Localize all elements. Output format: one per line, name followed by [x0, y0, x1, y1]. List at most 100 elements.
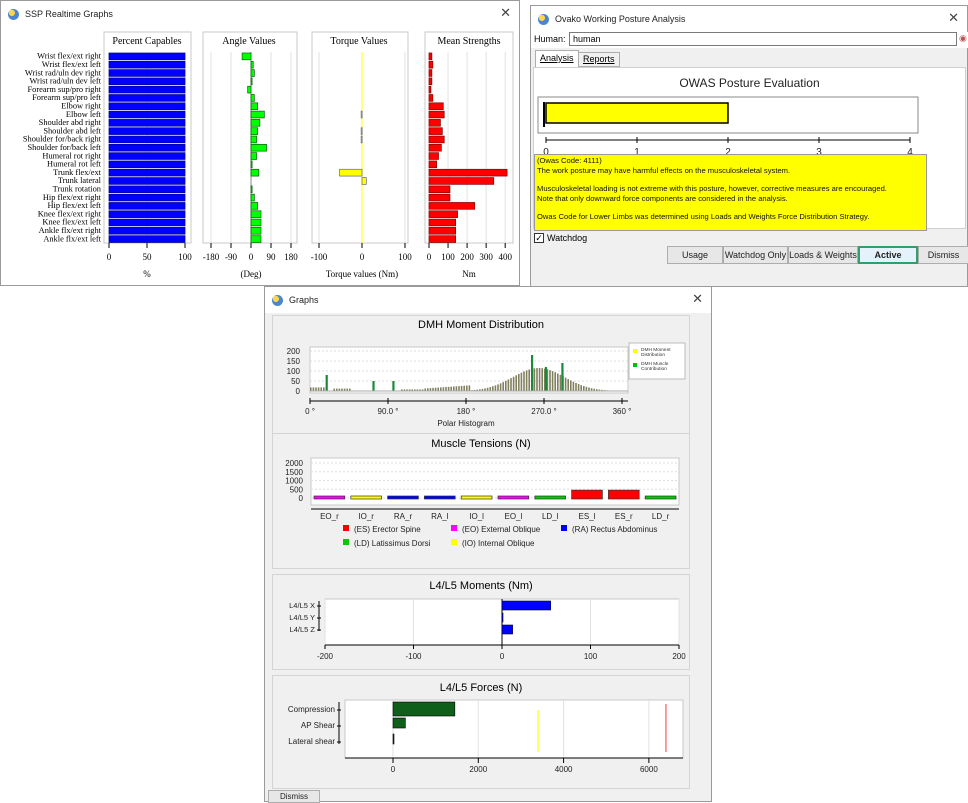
bar: [250, 168, 260, 177]
bar: [108, 52, 186, 61]
hist-bar: [468, 385, 471, 391]
bar: [534, 495, 566, 500]
bar: [428, 52, 433, 61]
hist-bar: [505, 380, 507, 391]
hist-bar: [541, 368, 543, 391]
hist-bar: [570, 380, 572, 391]
tick-label: 4000: [555, 765, 573, 774]
tick-label: 6000: [640, 765, 658, 774]
bar: [428, 94, 434, 102]
tick-label: -90: [225, 252, 237, 262]
tick-label: 270.0 °: [531, 407, 556, 416]
bar: [428, 160, 437, 169]
owas-titlebar: Ovako Working Posture Analysis ✕: [531, 6, 967, 32]
legend-label: Distribution: [641, 352, 665, 358]
hist-bar: [320, 387, 322, 391]
muscle-bar: [372, 381, 375, 391]
watchdog-checkbox[interactable]: ✓: [534, 233, 544, 243]
bar: [339, 168, 363, 177]
tick-label: 90.0 °: [378, 407, 399, 416]
bar: [250, 110, 265, 119]
tick-label: 400: [498, 252, 512, 262]
tick-label: RA_r: [394, 512, 413, 521]
bar: [250, 77, 253, 86]
bar: [501, 612, 504, 623]
tick-label: 1000: [285, 477, 303, 486]
tick-label: 0: [391, 765, 396, 774]
usage-button[interactable]: Usage: [667, 246, 723, 264]
bar: [250, 235, 262, 243]
hist-bar: [518, 373, 520, 391]
hist-bar: [585, 386, 588, 391]
bar: [571, 489, 603, 500]
legend-swatch: [451, 525, 457, 531]
info-line: Note that only downward force components…: [537, 193, 788, 203]
bar: [108, 210, 186, 218]
hist-bar: [523, 371, 525, 391]
bar: [241, 52, 252, 61]
dismiss-button[interactable]: Dismiss: [918, 246, 968, 264]
bar: [250, 210, 262, 218]
info-line: Owas Code for Lower Limbs was determined…: [537, 212, 870, 221]
hist-bar: [489, 387, 491, 391]
watchdog-only-button[interactable]: Watchdog Only: [723, 246, 788, 264]
hist-bar: [323, 387, 325, 391]
hist-bar: [499, 383, 502, 391]
eye-icon[interactable]: ◉: [959, 33, 967, 44]
bar: [250, 60, 254, 69]
tab-analysis[interactable]: Analysis: [535, 50, 579, 67]
bar: [250, 160, 253, 169]
bar: [108, 94, 186, 102]
hist-bar: [557, 373, 559, 391]
tick-label: 0: [427, 252, 432, 262]
bar: [428, 193, 451, 202]
bar: [313, 495, 346, 500]
axis-unit: Nm: [462, 269, 476, 279]
active-button[interactable]: Active: [858, 246, 918, 264]
bar: [428, 85, 432, 94]
tick-label: EO_r: [320, 512, 339, 521]
owas-window: Ovako Working Posture Analysis ✕ Human: …: [530, 5, 968, 287]
app-icon: [538, 13, 549, 25]
legend-label: (IO) Internal Oblique: [462, 539, 535, 548]
human-label: Human:: [534, 34, 566, 44]
bar: [250, 102, 259, 110]
owas-bar: [545, 102, 729, 124]
tick-label: 200: [460, 252, 474, 262]
bar: [497, 495, 530, 500]
muscle-bar: [392, 381, 395, 391]
chart-header: Mean Strengths: [437, 36, 500, 47]
tick-label: 100: [398, 252, 412, 262]
owas-info-box: (Owas Code: 4111) The work posture may h…: [534, 154, 927, 231]
bar: [108, 102, 186, 110]
hist-bar: [572, 381, 575, 391]
axis-unit: (Deg): [241, 269, 262, 279]
close-icon[interactable]: ✕: [692, 292, 703, 306]
info-line: The work posture may have harmful effect…: [537, 165, 791, 175]
bar: [108, 119, 186, 127]
bar: [428, 110, 445, 119]
bar: [108, 177, 186, 185]
category-label: Compression: [288, 705, 335, 714]
close-icon[interactable]: ✕: [500, 6, 511, 20]
bar: [250, 127, 259, 135]
bar: [250, 202, 259, 210]
loads-weights-button[interactable]: Loads & Weights: [788, 246, 858, 264]
hist-bar: [583, 386, 585, 391]
axis-unit: Torque values (Nm): [326, 269, 398, 279]
graphs-dismiss-button[interactable]: Dismiss: [268, 790, 320, 803]
legend-swatch: [633, 363, 637, 367]
bar: [250, 143, 267, 152]
bar: [250, 193, 255, 202]
tab-reports[interactable]: Reports: [578, 52, 620, 67]
hist-bar: [445, 387, 447, 391]
close-icon[interactable]: ✕: [948, 11, 959, 25]
bar: [108, 168, 186, 177]
tick-label: 50: [291, 377, 300, 386]
hist-bar: [533, 368, 536, 391]
tick-label: 360 °: [613, 407, 632, 416]
category-label: AP Shear: [301, 721, 335, 730]
human-field[interactable]: human: [569, 32, 957, 46]
bar: [360, 135, 363, 144]
tick-label: ES_r: [615, 512, 633, 521]
